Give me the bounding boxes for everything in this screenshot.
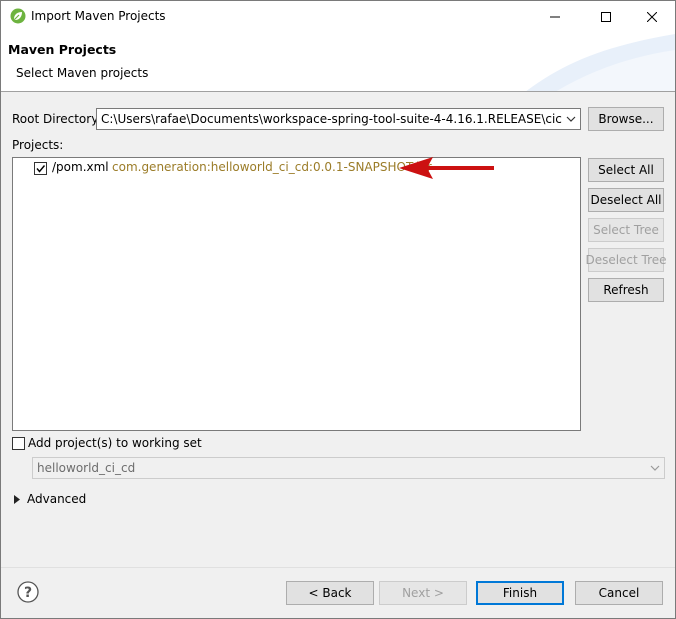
root-directory-value: C:\Users\rafae\Documents\workspace-sprin… [101, 112, 562, 126]
question-mark-icon[interactable]: ? [17, 581, 39, 603]
root-directory-combo[interactable]: C:\Users\rafae\Documents\workspace-sprin… [96, 108, 581, 130]
working-set-checkbox[interactable] [12, 437, 25, 450]
working-set-label: Add project(s) to working set [28, 436, 202, 450]
refresh-button[interactable]: Refresh [588, 278, 664, 302]
project-checkbox[interactable] [34, 162, 47, 175]
wizard-banner: Maven Projects Select Maven projects [1, 32, 675, 92]
close-button[interactable] [629, 1, 675, 32]
minimize-button[interactable] [532, 1, 578, 32]
import-maven-dialog: Import Maven Projects Maven Projects Sel… [0, 0, 676, 619]
project-coordinates: com.generation:helloworld_ci_cd:0.0.1-SN… [112, 160, 432, 174]
footer-divider [1, 567, 675, 568]
maximize-icon [601, 11, 611, 22]
projects-tree[interactable]: /pom.xml com.generation:helloworld_ci_cd… [12, 157, 581, 431]
minimize-icon [550, 16, 560, 17]
deselect-all-button[interactable]: Deselect All [588, 188, 664, 212]
window-title: Import Maven Projects [31, 9, 166, 23]
maximize-button[interactable] [583, 1, 629, 32]
title-bar[interactable]: Import Maven Projects [1, 1, 675, 32]
svg-text:?: ? [24, 585, 32, 601]
spring-leaf-icon [10, 8, 26, 24]
finish-button[interactable]: Finish [476, 581, 564, 605]
chevron-down-icon[interactable] [562, 109, 580, 129]
deselect-tree-button[interactable]: Deselect Tree [585, 248, 667, 272]
page-title: Maven Projects [8, 42, 117, 57]
close-icon [647, 11, 657, 22]
advanced-section-toggle[interactable]: Advanced [27, 492, 86, 506]
working-set-combo[interactable]: helloworld_ci_cd [32, 457, 665, 479]
select-all-button[interactable]: Select All [588, 158, 664, 182]
next-button[interactable]: Next > [379, 581, 467, 605]
checkmark-icon [36, 165, 46, 173]
page-subtitle: Select Maven projects [16, 66, 149, 80]
select-tree-button[interactable]: Select Tree [588, 218, 664, 242]
expand-triangle-icon[interactable] [14, 495, 20, 504]
cancel-button[interactable]: Cancel [575, 581, 663, 605]
back-button[interactable]: < Back [286, 581, 374, 605]
chevron-down-icon[interactable] [646, 458, 664, 478]
project-name: /pom.xml [52, 160, 109, 174]
working-set-value: helloworld_ci_cd [37, 461, 136, 475]
root-directory-label: Root Directory: [12, 112, 102, 126]
banner-decoration [526, 34, 675, 91]
projects-label: Projects: [12, 138, 64, 152]
browse-button[interactable]: Browse... [588, 107, 664, 131]
red-arrow-annotation [399, 157, 494, 179]
